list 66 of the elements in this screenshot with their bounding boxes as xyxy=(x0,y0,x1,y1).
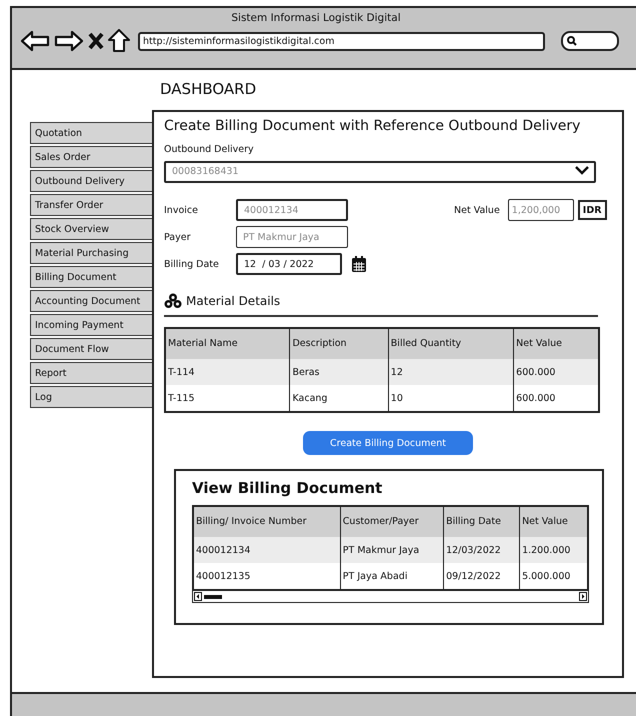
table-cell: 600.000 xyxy=(514,359,599,385)
sidebar-item[interactable]: Document Flow xyxy=(30,338,152,360)
table-cell: 600.000 xyxy=(514,385,599,412)
home-icon[interactable] xyxy=(108,29,130,53)
field-label: Outbound Delivery xyxy=(164,144,255,155)
table-cell: 1.200.000 xyxy=(520,537,588,563)
sidebar-item[interactable]: Material Purchasing xyxy=(30,242,152,264)
sidebar-item[interactable]: Billing Document xyxy=(30,266,152,288)
section-title: Material Details xyxy=(186,294,280,308)
field-label: Net Value xyxy=(454,204,500,216)
sidebar-item[interactable]: Incoming Payment xyxy=(30,314,152,336)
table-cell: 12 xyxy=(388,359,514,385)
column-header: Billing Date xyxy=(444,506,520,537)
date-field[interactable]: 12 / 03 / 2022 xyxy=(236,253,342,275)
table-cell: PT Jaya Abadi xyxy=(340,563,444,590)
scroll-left-icon[interactable] xyxy=(194,592,202,601)
scroll-right-icon[interactable] xyxy=(579,592,587,601)
cubes-icon xyxy=(164,293,182,309)
column-header: Description xyxy=(290,328,388,359)
field-label: Invoice xyxy=(164,204,199,216)
column-header: Customer/Payer xyxy=(340,506,444,537)
net-value-field[interactable]: 1,200,000 xyxy=(508,199,574,221)
sidebar-item[interactable]: Report xyxy=(30,362,152,384)
sidebar-item[interactable]: Transfer Order xyxy=(30,194,152,216)
table-cell: 12/03/2022 xyxy=(444,537,520,563)
table-cell: Kacang xyxy=(290,385,388,412)
address-field[interactable]: http://sisteminformasilogistikdigital.com xyxy=(138,32,545,50)
panel-title: View Billing Document xyxy=(192,479,384,497)
field-label: Payer xyxy=(164,232,192,242)
currency-box: IDR xyxy=(578,200,607,220)
caret-icon xyxy=(575,166,589,175)
table-cell: PT Makmur Jaya xyxy=(340,537,444,563)
window-title: Sistem Informasi Logistik Digital xyxy=(230,11,402,24)
table-cell: T-114 xyxy=(165,359,290,385)
field-label: Billing Date xyxy=(164,258,220,270)
table-cell: 5.000.000 xyxy=(520,563,588,590)
column-header: Billing/ Invoice Number xyxy=(193,506,340,537)
table-cell: T-115 xyxy=(165,385,290,412)
table-cell: 400012135 xyxy=(193,563,340,590)
close-icon[interactable] xyxy=(88,32,104,50)
table-cell: 10 xyxy=(388,385,514,412)
form-title: Create Billing Document with Reference Outbound Delivery xyxy=(164,118,582,134)
payer-field[interactable]: PT Makmur Jaya xyxy=(236,226,348,248)
column-header: Material Name xyxy=(165,328,290,359)
invoice-field[interactable]: 400012134 xyxy=(236,199,348,221)
calendar-icon[interactable] xyxy=(352,256,366,272)
horizontal-scrollbar[interactable] xyxy=(192,591,589,603)
sidebar-item[interactable]: Log xyxy=(30,386,152,408)
sidebar-item[interactable]: Accounting Document xyxy=(30,290,152,312)
forward-icon[interactable] xyxy=(54,30,84,52)
back-icon[interactable] xyxy=(20,30,50,52)
column-header: Billed Quantity xyxy=(388,328,514,359)
sidebar-item[interactable]: Outbound Delivery xyxy=(30,170,152,192)
table-cell: 09/12/2022 xyxy=(444,563,520,590)
sidebar-item[interactable]: Quotation xyxy=(30,122,152,144)
table-cell: Beras xyxy=(290,359,388,385)
search-field[interactable] xyxy=(561,31,619,51)
table-cell: 400012134 xyxy=(193,537,340,563)
search-icon xyxy=(567,36,577,46)
column-header: Net Value xyxy=(520,506,588,537)
column-header: Net Value xyxy=(514,328,599,359)
page-title: DASHBOARD xyxy=(160,79,258,100)
delivery-dropdown[interactable]: 00083168431 xyxy=(164,160,596,182)
sidebar-item[interactable]: Sales Order xyxy=(30,146,152,168)
sidebar-item[interactable]: Stock Overview xyxy=(30,218,152,240)
create-button[interactable]: Create Billing Document xyxy=(303,431,473,455)
